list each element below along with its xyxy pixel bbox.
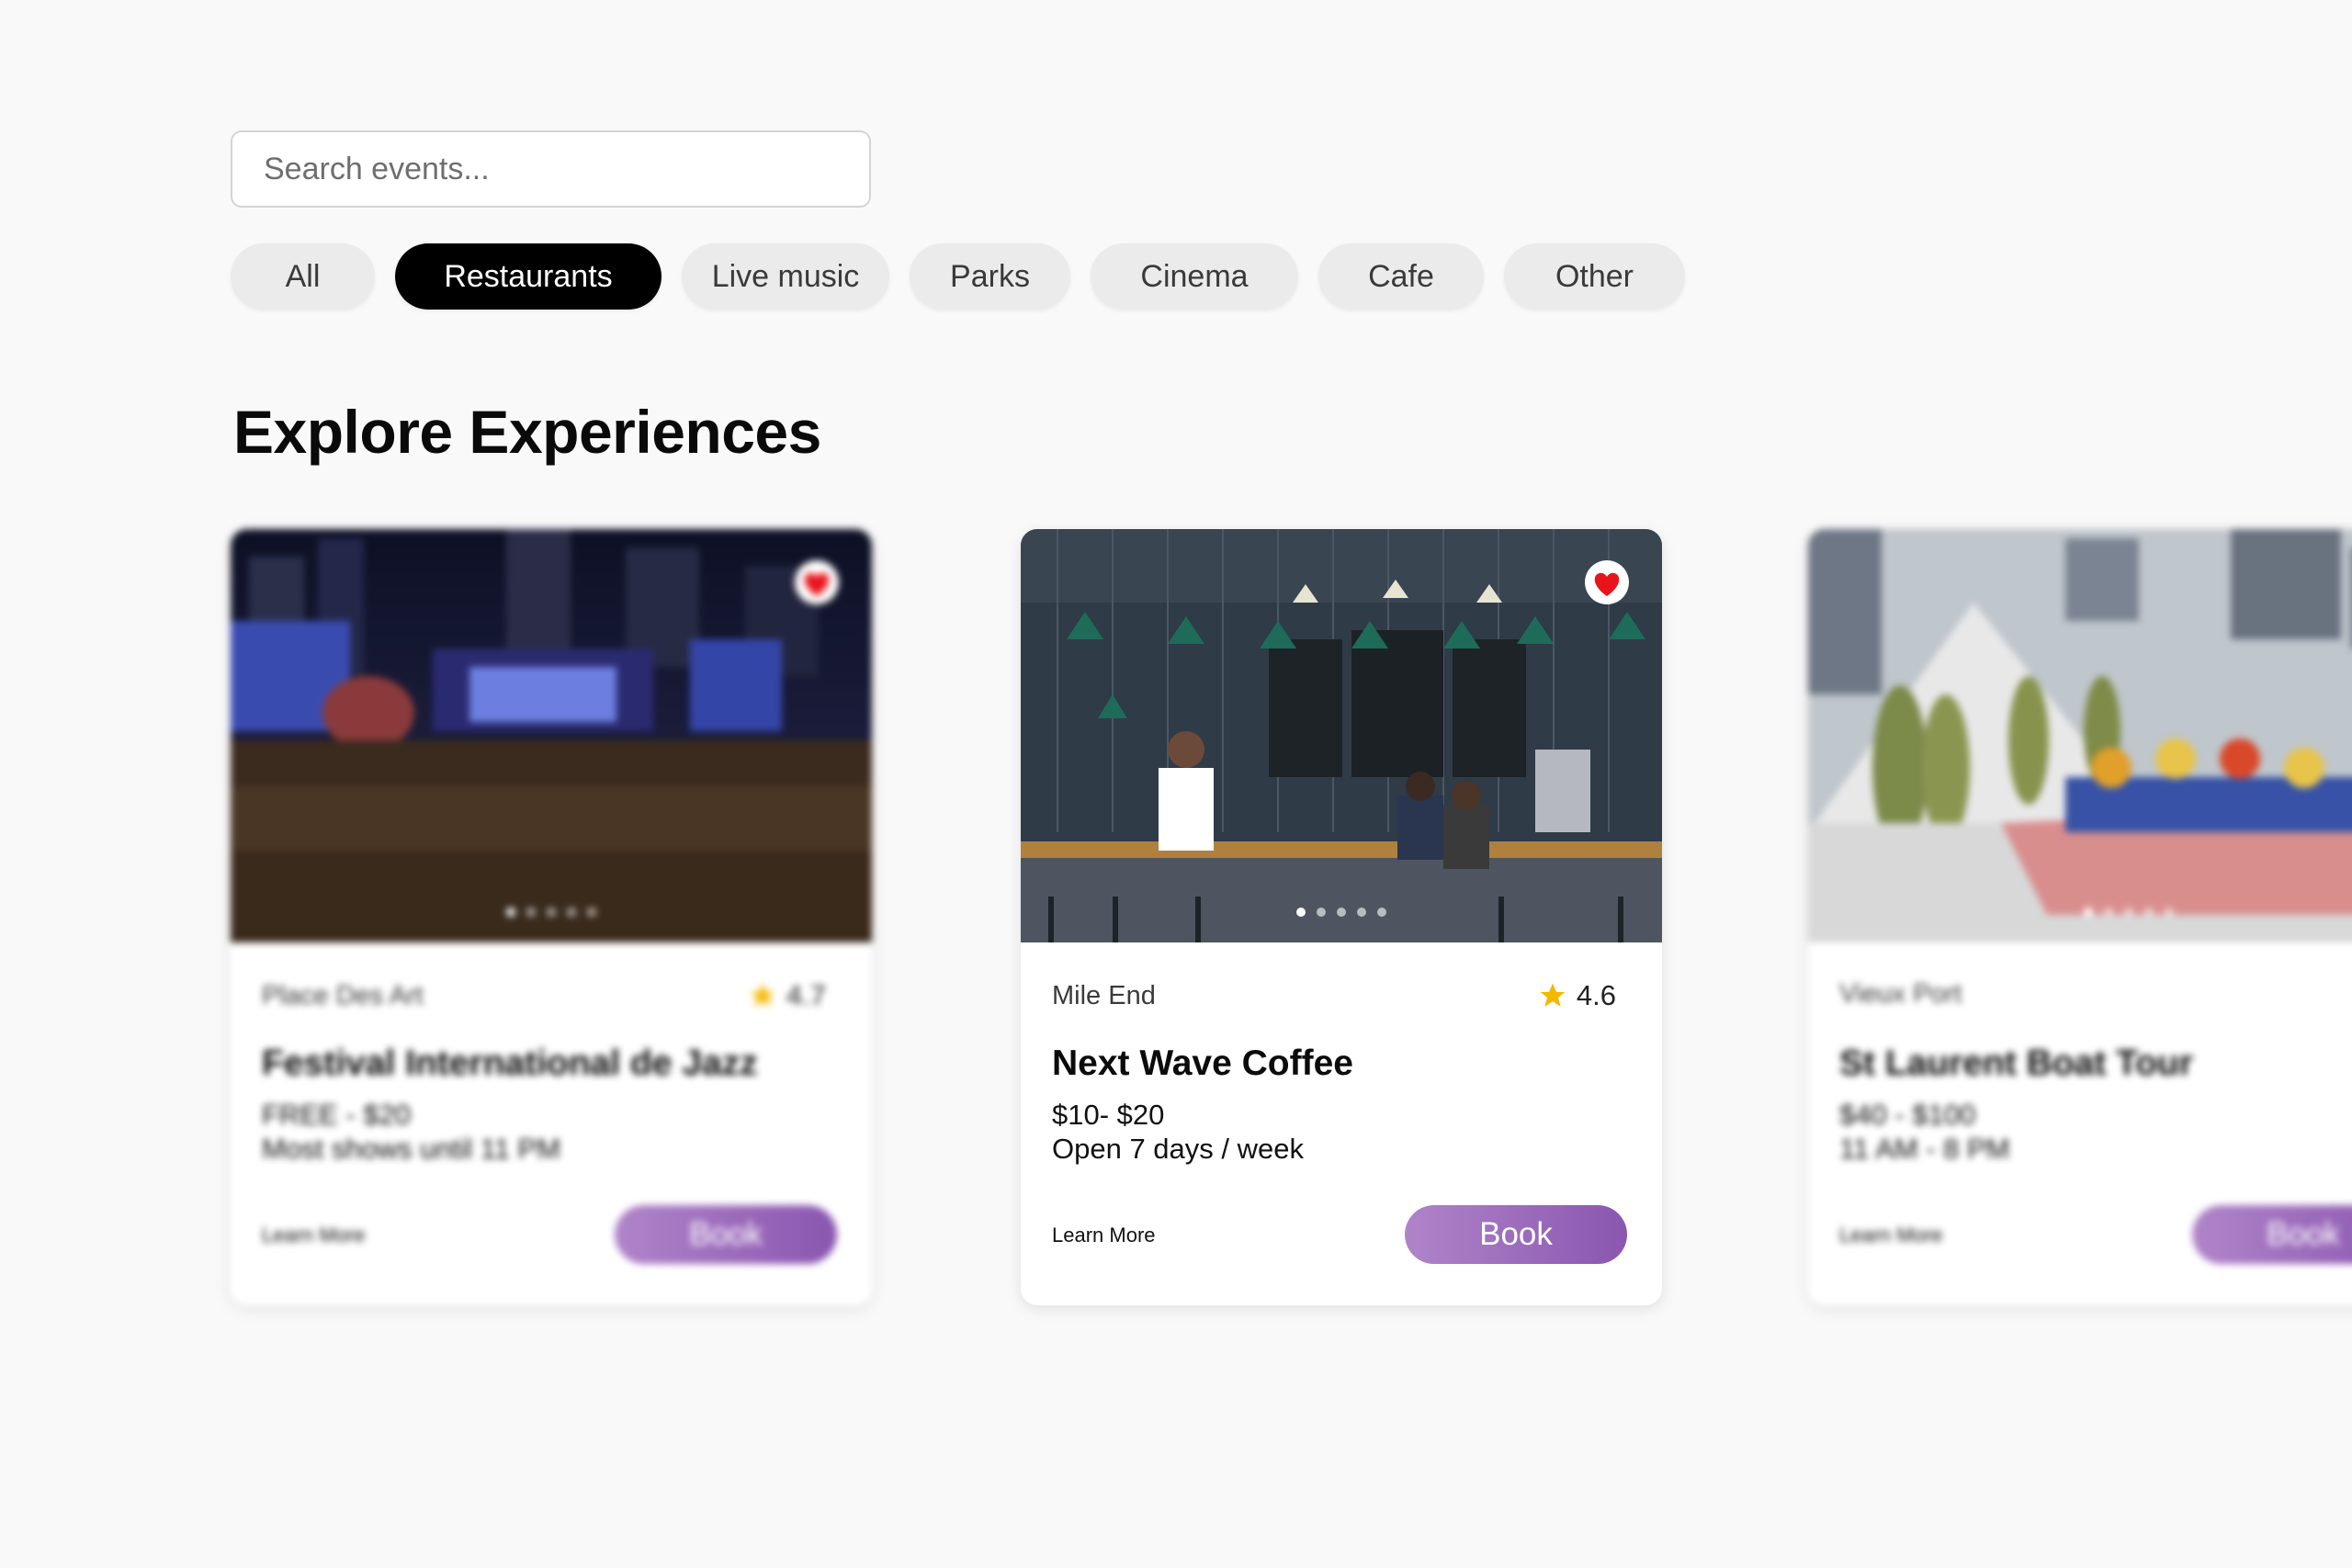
carousel-dots xyxy=(506,908,596,917)
experience-card-next-wave-coffee[interactable]: Mile End 4.6 Next Wave Coffee $10- $20 O… xyxy=(1021,529,1662,1305)
filter-chip-other[interactable]: Other xyxy=(1504,243,1685,310)
card-hours: 11 AM - 8 PM xyxy=(1839,1133,2010,1165)
learn-more-link[interactable]: Learn More xyxy=(262,1224,366,1247)
book-button[interactable]: Book xyxy=(615,1205,837,1264)
category-filter-bar: All Restaurants Live music Parks Cinema … xyxy=(231,243,1685,310)
card-price: FREE - $20 xyxy=(262,1099,411,1131)
carousel-dot[interactable] xyxy=(1296,908,1306,917)
carousel-dot[interactable] xyxy=(2144,908,2154,917)
search-input[interactable] xyxy=(231,130,871,208)
learn-more-link[interactable]: Learn More xyxy=(1839,1224,1943,1247)
experience-card-jazz-festival[interactable]: Place Des Art 4.7 Festival International… xyxy=(231,529,872,1305)
star-icon xyxy=(1540,983,1566,1007)
cafe-photo xyxy=(1021,529,1662,942)
learn-more-link[interactable]: Learn More xyxy=(1052,1224,1156,1247)
card-price: $40 - $100 xyxy=(1839,1099,1976,1131)
card-rating: 4.6 xyxy=(1538,979,1616,1012)
carousel-dot[interactable] xyxy=(2104,908,2113,917)
carousel-dots xyxy=(2084,908,2174,917)
card-hours: Most shows until 11 PM xyxy=(262,1133,561,1165)
card-rating: 4.7 xyxy=(748,979,826,1012)
section-title: Explore Experiences xyxy=(233,398,821,466)
filter-chip-restaurants[interactable]: Restaurants xyxy=(395,243,662,310)
filter-chip-cinema[interactable]: Cinema xyxy=(1091,243,1298,310)
carousel-dot[interactable] xyxy=(1317,908,1326,917)
carousel-dot[interactable] xyxy=(2165,908,2174,917)
heart-icon[interactable] xyxy=(793,560,841,604)
boat-tour-photo xyxy=(1808,529,2352,942)
card-photo[interactable] xyxy=(231,529,872,942)
filter-chip-live-music[interactable]: Live music xyxy=(682,243,889,310)
carousel-dots xyxy=(1296,908,1386,917)
card-rating-value: 4.7 xyxy=(786,979,826,1011)
carousel-dot[interactable] xyxy=(567,908,576,917)
card-photo[interactable] xyxy=(1808,529,2352,942)
card-location: Mile End xyxy=(1052,980,1156,1010)
carousel-dot[interactable] xyxy=(1357,908,1366,917)
card-location: Vieux Port xyxy=(1839,979,1962,1009)
carousel-dot[interactable] xyxy=(1377,908,1386,917)
card-rating-value: 4.6 xyxy=(1576,979,1616,1011)
card-hours: Open 7 days / week xyxy=(1052,1133,1304,1165)
carousel-dot[interactable] xyxy=(506,908,515,917)
experience-card-boat-tour[interactable]: Vieux Port St Laurent Boat Tour $40 - $1… xyxy=(1808,529,2352,1305)
card-photo[interactable] xyxy=(1021,529,1662,942)
star-icon xyxy=(750,983,775,1007)
carousel-dot[interactable] xyxy=(2124,908,2133,917)
concert-photo xyxy=(231,529,872,942)
book-button[interactable]: Book xyxy=(2192,1205,2352,1264)
card-title: Festival International de Jazz xyxy=(262,1043,758,1083)
carousel-dot[interactable] xyxy=(2084,908,2093,917)
carousel-dot[interactable] xyxy=(1337,908,1346,917)
carousel-dot[interactable] xyxy=(547,908,556,917)
filter-chip-cafe[interactable]: Cafe xyxy=(1318,243,1484,310)
card-location: Place Des Art xyxy=(262,980,424,1010)
carousel-dot[interactable] xyxy=(526,908,536,917)
card-title: Next Wave Coffee xyxy=(1052,1043,1353,1083)
card-title: St Laurent Boat Tour xyxy=(1839,1043,2193,1083)
book-button[interactable]: Book xyxy=(1405,1205,1627,1264)
heart-icon[interactable] xyxy=(1583,560,1631,604)
filter-chip-parks[interactable]: Parks xyxy=(910,243,1070,310)
filter-chip-all[interactable]: All xyxy=(231,243,375,310)
card-price: $10- $20 xyxy=(1052,1099,1165,1131)
carousel-dot[interactable] xyxy=(587,908,596,917)
